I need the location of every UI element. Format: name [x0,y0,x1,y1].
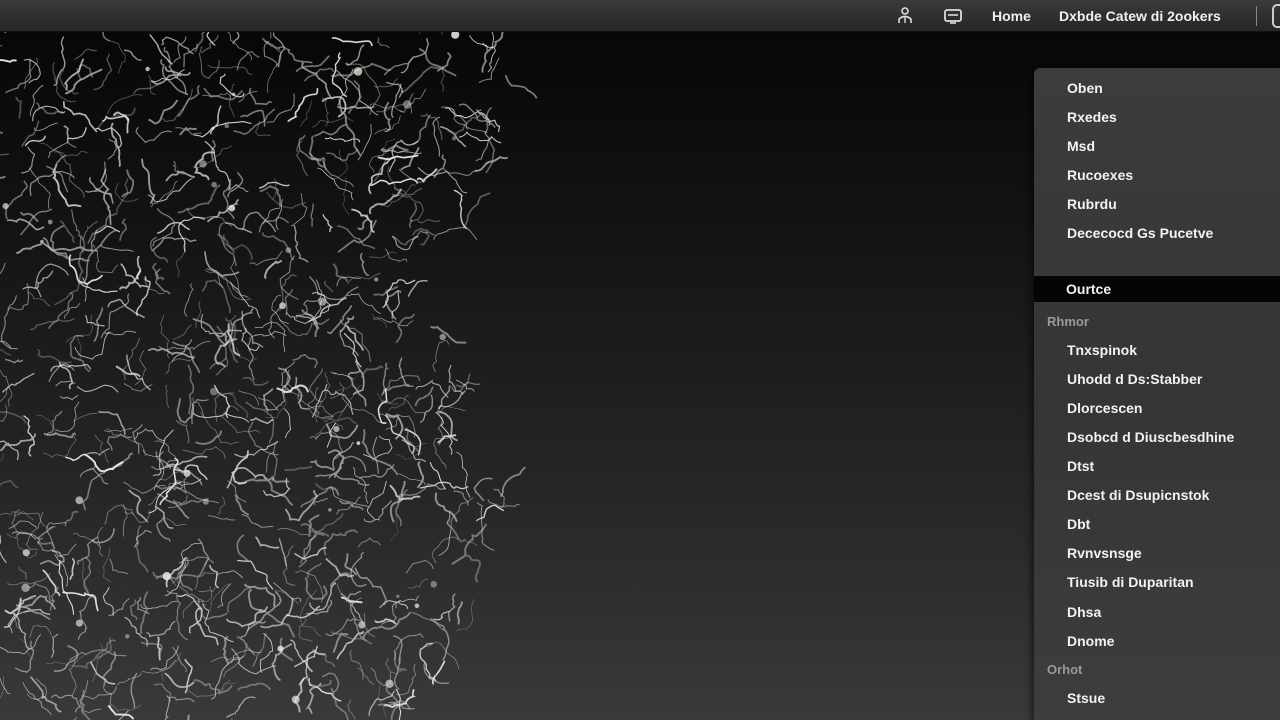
window-edge-control[interactable] [1272,4,1280,28]
menu-item-selected[interactable]: Ourtce [1034,276,1280,302]
app-window: Home Dxbde Catew di 2ookers Oben Rxedes … [0,0,1280,720]
menu-item[interactable]: Rubrdu [1034,191,1280,217]
divider [1256,6,1257,26]
people-icon[interactable] [894,6,916,26]
menu-item[interactable]: Dsobcd d Diuscbesdhine [1034,424,1280,450]
menu-item[interactable]: Rucoexes [1034,162,1280,188]
menu-item[interactable]: Oben [1034,75,1280,101]
menu-item[interactable]: Dbt [1034,511,1280,537]
menu-item[interactable]: Rvnvsnsge [1034,540,1280,566]
menu-item[interactable]: Dhsa [1034,599,1280,625]
menu-item[interactable]: Tnxspinok [1034,337,1280,363]
menu-section-header: Rhmor [1047,314,1089,329]
menu-item[interactable]: Dcest di Dsupicnstok [1034,482,1280,508]
menu-item[interactable]: Rxedes [1034,104,1280,130]
menu-item[interactable]: Dlorcescen [1034,395,1280,421]
menu-section-header: Orhot [1047,662,1083,677]
menu-item[interactable]: Uhodd d Ds:Stabber [1034,366,1280,392]
menu-item[interactable]: Dnome [1034,628,1280,654]
artwork-image [0,32,538,720]
dropdown-menu: Oben Rxedes Msd Rucoexes Rubrdu Dececocd… [1034,68,1280,720]
top-bar: Home Dxbde Catew di 2ookers [0,0,1280,32]
nav-menu-trigger[interactable]: Dxbde Catew di 2ookers [1059,0,1221,32]
display-icon[interactable] [942,6,964,26]
nav-home[interactable]: Home [992,0,1031,32]
menu-item[interactable]: Tiusib di Duparitan [1034,569,1280,595]
menu-item[interactable]: Dececocd Gs Pucetve [1034,220,1280,246]
menu-item[interactable]: Msd [1034,133,1280,159]
menu-item[interactable]: Stsue [1034,685,1280,711]
menu-item[interactable]: Dtst [1034,453,1280,479]
